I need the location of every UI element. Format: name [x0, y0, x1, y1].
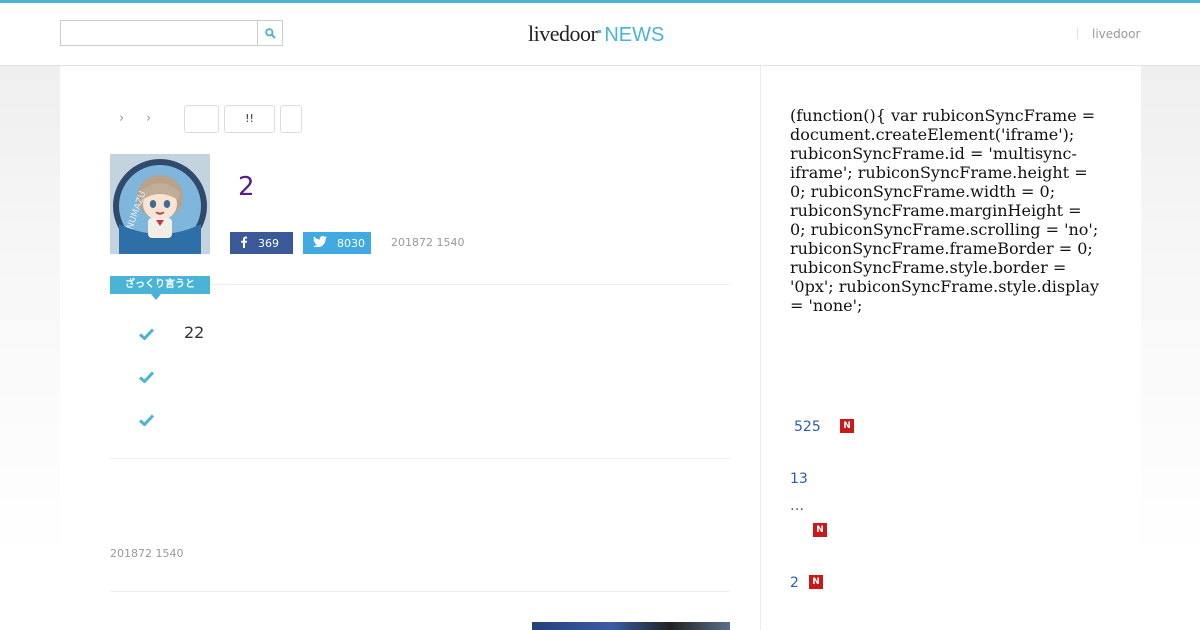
divider — [110, 458, 730, 459]
summary-label-pointer — [151, 294, 161, 300]
tag-button[interactable] — [184, 105, 219, 133]
article-date: 201872 1540 — [391, 236, 465, 249]
search-button[interactable] — [257, 20, 283, 46]
sidebar-text-fade — [790, 340, 1100, 354]
ranking-link[interactable]: 525 — [794, 419, 821, 435]
tag-button[interactable]: !! — [224, 105, 275, 133]
article-footer-date: 201872 1540 — [110, 547, 184, 560]
header-link-livedoor[interactable]: livedoor — [1092, 27, 1140, 41]
logo-dot — [598, 30, 602, 33]
search-icon — [264, 24, 276, 43]
divider — [110, 591, 730, 592]
sidebar-ad-script-text: (function(){ var rubiconSyncFrame = docu… — [790, 106, 1100, 315]
article-column — [60, 66, 760, 630]
check-icon — [139, 368, 155, 387]
twitter-icon — [303, 236, 337, 250]
facebook-icon — [230, 236, 258, 251]
summary-label: ざっくり言うと — [110, 276, 210, 294]
search-box — [60, 20, 283, 46]
breadcrumb-separator: › — [146, 111, 152, 126]
article-thumbnail[interactable]: NUMAZU — [110, 154, 210, 254]
facebook-share-count: 369 — [258, 236, 279, 250]
header-divider — [1077, 28, 1078, 39]
breadcrumb-separator: › — [119, 111, 125, 126]
new-badge: N — [813, 523, 827, 537]
logo-brand: livedoor — [528, 21, 598, 46]
search-input[interactable] — [60, 20, 258, 46]
site-logo[interactable]: livedoor NEWS — [528, 21, 664, 49]
ranking-link[interactable]: … — [790, 498, 804, 514]
ranking-link[interactable]: 13 — [790, 471, 808, 487]
check-icon — [139, 325, 155, 344]
summary-point: 22 — [184, 323, 205, 342]
new-badge: N — [840, 419, 854, 433]
article-title: 2 — [238, 172, 255, 202]
facebook-share-button[interactable]: 369 — [230, 232, 293, 254]
twitter-share-button[interactable]: 8030 — [303, 232, 371, 254]
new-badge: N — [809, 575, 823, 589]
related-article-thumbnail[interactable] — [532, 622, 730, 630]
site-header: livedoor NEWS livedoor — [0, 3, 1200, 66]
logo-product: NEWS — [604, 24, 665, 46]
ranking-link[interactable]: 2 — [790, 575, 799, 591]
tag-button[interactable] — [280, 105, 302, 133]
twitter-share-count: 8030 — [337, 236, 365, 250]
check-icon — [139, 411, 155, 430]
